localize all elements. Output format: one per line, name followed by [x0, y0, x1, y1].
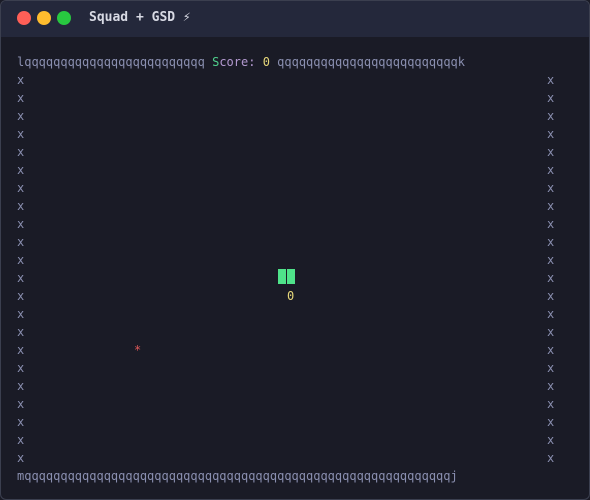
right-wall: x — [547, 379, 555, 393]
left-wall: x — [17, 163, 25, 177]
right-wall: x — [547, 109, 555, 123]
left-wall: x — [17, 271, 25, 285]
left-wall: x — [17, 73, 25, 87]
right-wall: x — [547, 343, 555, 357]
right-wall: x — [547, 145, 555, 159]
left-wall: x — [17, 91, 25, 105]
left-wall: x — [17, 127, 25, 141]
right-wall: x — [547, 451, 555, 465]
left-wall: x — [17, 307, 25, 321]
left-wall: x — [17, 289, 25, 303]
left-wall: x — [17, 343, 25, 357]
snake-segment — [278, 269, 286, 284]
maximize-button[interactable] — [57, 11, 71, 25]
left-wall: x — [17, 451, 25, 465]
left-wall: x — [17, 325, 25, 339]
left-wall: x — [17, 109, 25, 123]
right-wall: x — [547, 235, 555, 249]
left-wall: x — [17, 199, 25, 213]
right-wall: x — [547, 307, 555, 321]
right-wall: x — [547, 91, 555, 105]
score-value: 0 — [262, 55, 270, 69]
bottom-border: mqqqqqqqqqqqqqqqqqqqqqqqqqqqqqqqqqqqqqqq… — [17, 467, 458, 485]
right-wall: x — [547, 325, 555, 339]
window-title: Squad + GSD ⚡ — [89, 10, 191, 25]
snake-segment — [287, 269, 295, 284]
right-wall: x — [547, 397, 555, 411]
close-button[interactable] — [17, 11, 31, 25]
snake-player-label: 0 — [287, 289, 295, 303]
right-wall: x — [547, 415, 555, 429]
terminal-window: Squad + GSD ⚡ lqqqqqqqqqqqqqqqqqqqqqqqqq… — [0, 0, 590, 500]
top-border-left-run: qqqqqqqqqqqqqqqqqqqqqqqqq — [24, 55, 205, 69]
right-wall: x — [547, 289, 555, 303]
right-wall: x — [547, 73, 555, 87]
left-wall: x — [17, 145, 25, 159]
left-wall: x — [17, 235, 25, 249]
top-border-right-run: qqqqqqqqqqqqqqqqqqqqqqqqq — [277, 55, 458, 69]
right-wall: x — [547, 127, 555, 141]
left-wall: x — [17, 181, 25, 195]
left-wall: x — [17, 253, 25, 267]
right-wall: x — [547, 163, 555, 177]
top-border: lqqqqqqqqqqqqqqqqqqqqqqqqq Score: 0 qqqq… — [17, 53, 465, 71]
left-wall: x — [17, 379, 25, 393]
right-wall: x — [547, 181, 555, 195]
left-wall: x — [17, 361, 25, 375]
game-board: lqqqqqqqqqqqqqqqqqqqqqqqqq Score: 0 qqqq… — [17, 53, 577, 483]
food-item: * — [134, 343, 142, 357]
score-label-rest: core: — [219, 55, 256, 69]
right-wall: x — [547, 433, 555, 447]
score-label: Score: — [212, 55, 255, 69]
right-wall: x — [547, 271, 555, 285]
bottom-border-run: qqqqqqqqqqqqqqqqqqqqqqqqqqqqqqqqqqqqqqqq… — [24, 469, 451, 483]
bottom-right-corner: j — [450, 469, 458, 483]
left-wall: x — [17, 415, 25, 429]
top-right-corner: k — [457, 55, 466, 69]
left-wall: x — [17, 433, 25, 447]
right-wall: x — [547, 253, 555, 267]
right-wall: x — [547, 217, 555, 231]
minimize-button[interactable] — [37, 11, 51, 25]
title-bar: Squad + GSD ⚡ — [1, 1, 589, 37]
right-wall: x — [547, 199, 555, 213]
left-wall: x — [17, 397, 25, 411]
right-wall: x — [547, 361, 555, 375]
left-wall: x — [17, 217, 25, 231]
